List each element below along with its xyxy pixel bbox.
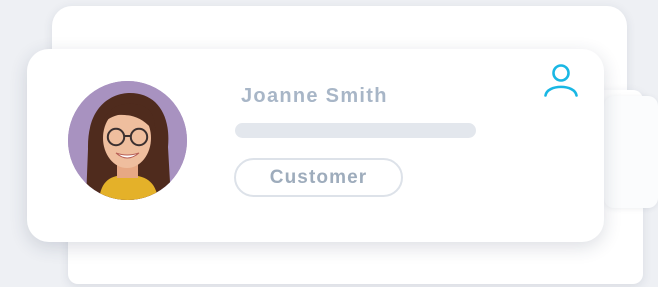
user-icon[interactable] bbox=[542, 63, 580, 97]
avatar bbox=[68, 81, 187, 200]
placeholder-info-bar bbox=[235, 123, 476, 138]
stacked-card-back-right bbox=[604, 96, 658, 208]
profile-card[interactable]: Joanne Smith Customer bbox=[27, 49, 604, 242]
user-name: Joanne Smith bbox=[241, 85, 388, 107]
role-badge[interactable]: Customer bbox=[234, 158, 403, 197]
avatar-portrait bbox=[68, 81, 187, 200]
profile-card-screen: { "profile": { "name": "Joanne Smith", "… bbox=[0, 0, 658, 287]
